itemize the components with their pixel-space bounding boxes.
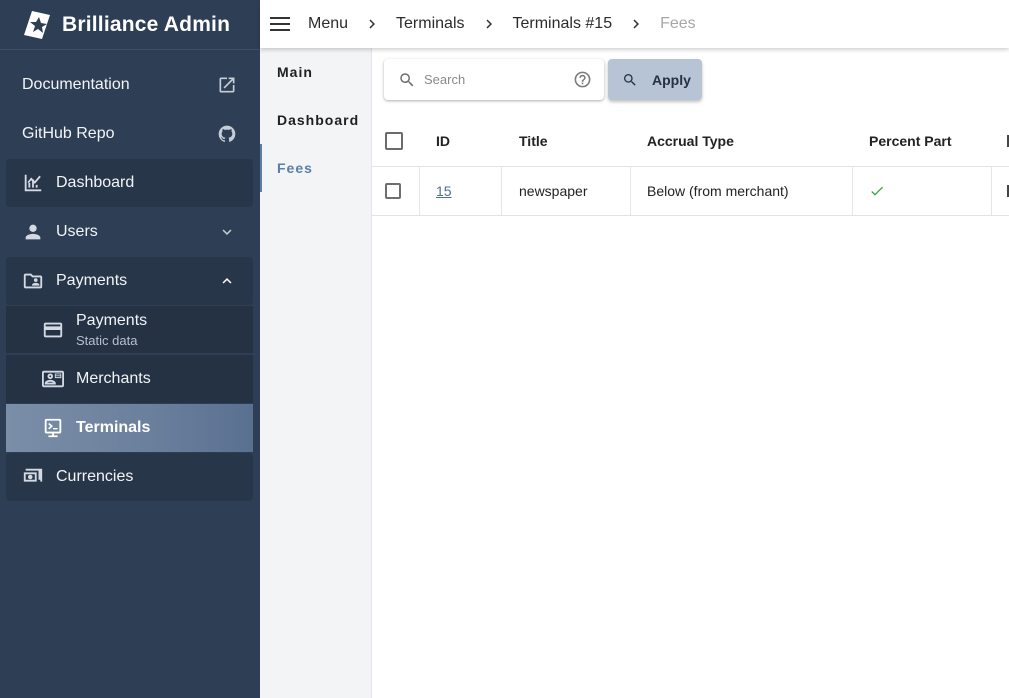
- breadcrumb-terminals[interactable]: Terminals: [396, 15, 464, 33]
- help-circle-icon[interactable]: [573, 70, 592, 89]
- select-all-checkbox[interactable]: [385, 131, 403, 150]
- apply-button-label: Apply: [652, 71, 691, 88]
- check-icon: [869, 183, 885, 199]
- brand[interactable]: Brilliance Admin: [0, 0, 260, 50]
- breadcrumb-terminal-15[interactable]: Terminals #15: [513, 15, 613, 33]
- sidebar-item-label: Dashboard: [56, 174, 135, 191]
- row-id-link[interactable]: 15: [436, 183, 452, 199]
- top-bar: Menu Terminals Terminals #15 Fees: [260, 0, 1009, 48]
- column-header-title[interactable]: Title: [503, 115, 631, 166]
- cell-id: 15: [419, 167, 502, 215]
- column-header-id[interactable]: ID: [420, 115, 503, 166]
- sidebar-item-terminals[interactable]: Terminals: [6, 404, 253, 452]
- person-icon: [22, 221, 44, 243]
- sidebar-item-label: Payments: [56, 272, 128, 289]
- sidebar-item-users[interactable]: Users: [6, 208, 253, 256]
- sidebar-item-payments-group[interactable]: Payments: [6, 257, 253, 305]
- sidebar-item-dashboard[interactable]: Dashboard: [6, 159, 253, 207]
- sidebar-item-label: Terminals: [76, 419, 151, 436]
- sidebar-item-github[interactable]: GitHub Repo: [6, 110, 253, 158]
- tab-main[interactable]: Main: [260, 48, 371, 96]
- chevron-right-icon: [626, 14, 646, 34]
- contact-card-icon: [42, 368, 64, 390]
- tab-fees[interactable]: Fees: [260, 144, 371, 192]
- cell-accrual-type: Below (from merchant): [631, 167, 853, 215]
- apply-button[interactable]: Apply: [608, 59, 702, 100]
- search-box: [384, 59, 604, 100]
- row-checkbox-cell: [372, 167, 401, 215]
- table-row[interactable]: 15 newspaper Below (from merchant): [372, 167, 1009, 216]
- table-header-row: ID Title Accrual Type Percent Part: [372, 115, 1009, 167]
- column-header-truncated: [992, 115, 1009, 166]
- sidebar-item-currencies[interactable]: Currencies: [6, 453, 253, 501]
- sidebar-item-label: Documentation: [22, 76, 130, 93]
- brand-logo-icon: [22, 9, 54, 41]
- hamburger-menu-icon[interactable]: [268, 12, 292, 36]
- chevron-right-icon: [479, 14, 499, 34]
- cell-truncated: [992, 167, 1009, 215]
- row-checkbox[interactable]: [385, 183, 401, 199]
- cell-percent-part: [853, 167, 992, 215]
- external-link-icon: [217, 75, 237, 95]
- chevron-down-icon[interactable]: [217, 222, 237, 242]
- sidebar-item-label: Currencies: [56, 468, 134, 485]
- search-icon: [622, 72, 638, 88]
- header-checkbox-cell: [372, 115, 403, 166]
- sidebar-item-label: GitHub Repo: [22, 125, 115, 142]
- credit-card-icon: [42, 319, 64, 341]
- record-tabs: Main Dashboard Fees: [260, 48, 372, 698]
- folder-shared-icon: [22, 270, 44, 292]
- sidebar-item-documentation[interactable]: Documentation: [6, 61, 253, 109]
- sidebar-item-payments[interactable]: Payments Static data: [6, 306, 253, 354]
- sidebar-item-sublabel: Static data: [76, 332, 138, 348]
- sidebar-item-text: Payments Static data: [76, 312, 147, 348]
- app-root: Brilliance Admin Documentation GitHub Re…: [0, 0, 1009, 698]
- sidebar-item-label: Users: [56, 223, 98, 240]
- breadcrumb-fees: Fees: [660, 15, 696, 32]
- fees-table: ID Title Accrual Type Percent Part 15 ne…: [372, 115, 1009, 216]
- tab-dashboard[interactable]: Dashboard: [260, 96, 371, 144]
- breadcrumb: Menu Terminals Terminals #15 Fees: [308, 14, 696, 34]
- sidebar: Brilliance Admin Documentation GitHub Re…: [0, 0, 260, 698]
- sidebar-item-label: Merchants: [76, 370, 151, 387]
- brand-title: Brilliance Admin: [62, 12, 231, 36]
- cell-title: newspaper: [503, 167, 631, 215]
- chevron-right-icon: [362, 14, 382, 34]
- breadcrumb-menu[interactable]: Menu: [308, 15, 348, 33]
- search-input[interactable]: [424, 72, 564, 87]
- chevron-up-icon[interactable]: [217, 271, 237, 291]
- column-header-accrual-type[interactable]: Accrual Type: [631, 115, 853, 166]
- terminal-icon: [42, 417, 64, 439]
- sidebar-item-label: Payments: [76, 311, 148, 329]
- sidebar-item-merchants[interactable]: Merchants: [6, 355, 253, 403]
- main-content: Apply ID Title Accrual Type Percent Part: [372, 48, 1009, 698]
- chart-icon: [22, 172, 44, 194]
- search-icon: [398, 71, 416, 89]
- github-icon: [217, 124, 237, 144]
- column-header-percent-part[interactable]: Percent Part: [853, 115, 992, 166]
- money-icon: [22, 466, 44, 488]
